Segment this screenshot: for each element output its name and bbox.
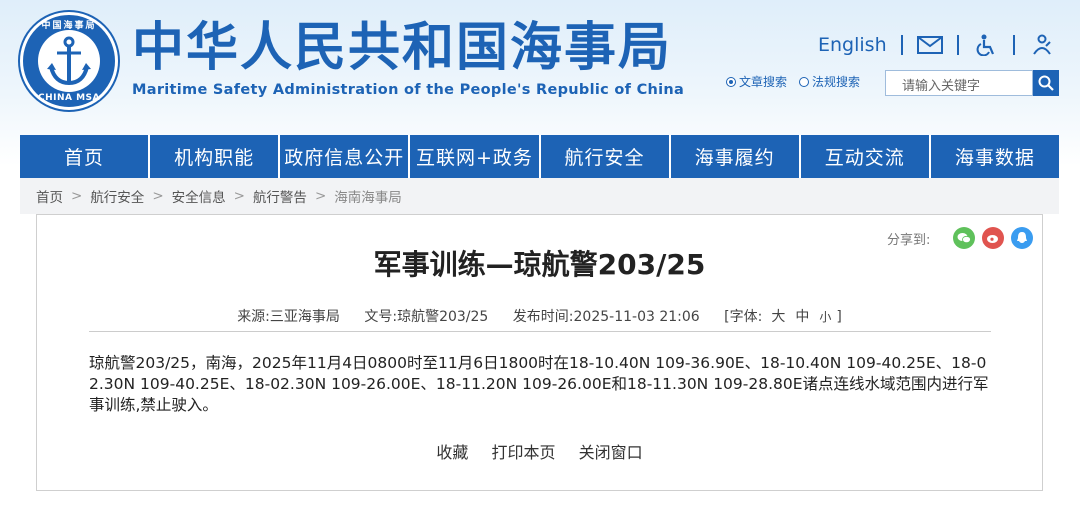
radio-unselected[interactable] (799, 76, 810, 87)
font-size-control: [字体: 大中小] (724, 309, 842, 325)
article-actions: 收藏 打印本页 关闭窗口 (37, 439, 1042, 463)
doc-no-meta: 文号:琼航警203/25 (364, 309, 488, 325)
search-button[interactable] (1033, 70, 1059, 96)
divider (900, 35, 903, 55)
top-links: English (818, 32, 1055, 58)
mail-icon[interactable] (916, 34, 943, 56)
meta-divider (89, 331, 991, 332)
font-close-bracket: ] (836, 309, 842, 325)
nav-internet-gov[interactable]: 互联网+政务 (410, 135, 541, 178)
date-label: 发布时间: (512, 309, 574, 325)
font-large-button[interactable]: 大 (771, 309, 785, 325)
breadcrumb-home[interactable]: 首页 (36, 186, 63, 206)
breadcrumb-separator: > (314, 188, 327, 204)
date-meta: 发布时间:2025-11-03 21:06 (513, 309, 700, 325)
site-title: 中华人民共和国海事局 (132, 18, 673, 78)
article-search-label: 文章搜索 (739, 75, 788, 89)
breadcrumb-safety-info[interactable]: 安全信息 (172, 186, 226, 206)
article-panel: 分享到: 军事训练—琼航警203/25 来源:三亚海事局 文号:琼航警203/2… (36, 214, 1043, 491)
breadcrumb: 首页 > 航行安全 > 安全信息 > 航行警告 > 海南海事局 (20, 178, 1059, 214)
radio-selected[interactable] (726, 76, 736, 87)
close-window-button[interactable]: 关闭窗口 (579, 443, 643, 462)
main-nav: 首页 机构职能 政府信息公开 互联网+政务 航行安全 海事履约 互动交流 海事数… (20, 135, 1059, 178)
breadcrumb-warnings[interactable]: 航行警告 (253, 186, 307, 206)
breadcrumb-current[interactable]: 海南海事局 (334, 186, 402, 206)
elder-care-icon[interactable] (1029, 34, 1055, 56)
search-icon (1038, 75, 1054, 91)
breadcrumb-navigation-safety[interactable]: 航行安全 (90, 186, 144, 206)
nav-navigation-safety[interactable]: 航行安全 (541, 135, 671, 178)
source-value: 三亚海事局 (269, 309, 340, 325)
article-title: 军事训练—琼航警203/25 (373, 248, 706, 281)
nav-data[interactable]: 海事数据 (931, 135, 1059, 178)
print-button[interactable]: 打印本页 (491, 443, 555, 462)
anchor-icon (38, 30, 100, 92)
divider (956, 35, 959, 55)
source-label: 来源: (237, 309, 270, 325)
search-type-options: 文章搜索 法规搜索 (726, 73, 872, 90)
breadcrumb-separator: > (71, 188, 83, 204)
font-label: [字体: (724, 309, 763, 325)
breadcrumb-separator: > (152, 188, 164, 204)
regulation-search-label: 法规搜索 (812, 75, 861, 89)
source-meta: 来源:三亚海事局 (237, 309, 340, 325)
nav-gov-info[interactable]: 政府信息公开 (280, 135, 411, 178)
nav-interaction[interactable]: 互动交流 (801, 135, 931, 178)
font-small-button[interactable]: 小 (819, 310, 831, 324)
nav-functions[interactable]: 机构职能 (150, 135, 281, 178)
divider (1012, 35, 1015, 55)
accessibility-icon[interactable] (973, 34, 999, 56)
logo-bottom-text: CHINA MSA (37, 93, 101, 103)
site-subtitle: Maritime Safety Administration of the Pe… (132, 82, 685, 98)
date-value: 2025-11-03 21:06 (573, 309, 700, 325)
site-header: 中国海事局 CHINA MSA 中华人民共和国海事局 Maritime Safe… (0, 0, 1080, 132)
article-meta: 来源:三亚海事局 文号:琼航警203/25 发布时间:2025-11-03 21… (37, 306, 1042, 326)
msa-logo[interactable]: 中国海事局 CHINA MSA (20, 12, 118, 110)
breadcrumb-separator: > (233, 188, 245, 204)
nav-home[interactable]: 首页 (20, 135, 151, 178)
search-input[interactable]: 请输入关键字 (885, 70, 1033, 96)
font-medium-button[interactable]: 中 (795, 309, 809, 325)
doc-no-value: 琼航警203/25 (397, 309, 489, 325)
favorite-button[interactable]: 收藏 (436, 443, 468, 462)
article-search-option[interactable]: 文章搜索 (726, 73, 787, 90)
regulation-search-option[interactable]: 法规搜索 (799, 73, 860, 90)
english-link[interactable]: English (818, 34, 887, 56)
article-body: 琼航警203/25，南海，2025年11月4日0800时至11月6日1800时在… (89, 354, 989, 414)
doc-no-label: 文号: (364, 309, 398, 325)
nav-compliance[interactable]: 海事履约 (671, 135, 801, 178)
